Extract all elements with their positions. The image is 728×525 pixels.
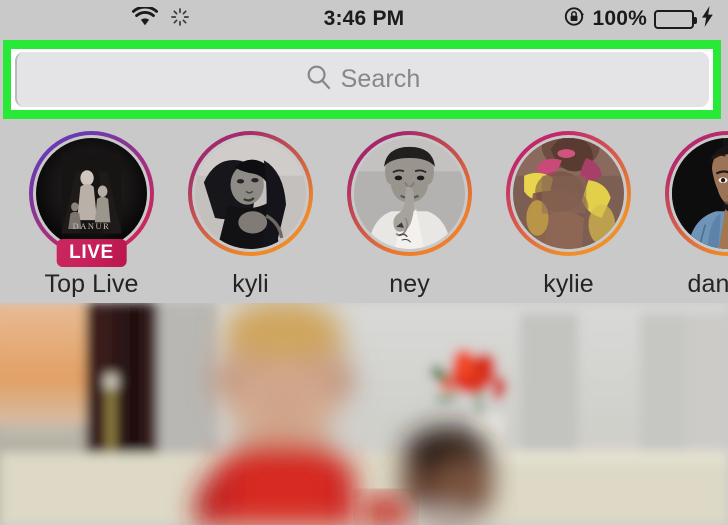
- story-ring-gap: [192, 135, 309, 252]
- story-ring-gap: [351, 135, 468, 252]
- avatar: [354, 138, 465, 249]
- story-item-danialv[interactable]: danialv: [648, 119, 728, 299]
- story-ring: [347, 131, 472, 256]
- story-ring-gap: DANUR: [33, 135, 150, 252]
- live-badge: LIVE: [56, 239, 127, 267]
- story-ring-gap: [510, 135, 627, 252]
- search-input[interactable]: Search: [15, 52, 709, 107]
- story-ring: DANUR LIVE: [29, 131, 154, 267]
- search-bar-highlight-annotation: Search: [3, 40, 721, 119]
- stories-tray[interactable]: DANUR LIVE Top Live kyli ney kylie dan: [0, 119, 728, 303]
- story-ring-gap: [669, 135, 728, 252]
- story-label: kylie: [543, 270, 594, 298]
- story-item-kylie[interactable]: kylie: [489, 119, 648, 299]
- story-ring: [188, 131, 313, 256]
- battery-percentage: 100%: [592, 7, 647, 30]
- story-label: kyli: [232, 270, 269, 298]
- story-ring: [665, 131, 728, 256]
- avatar: [672, 138, 728, 249]
- search-icon: [306, 64, 332, 95]
- avatar: [195, 138, 306, 249]
- story-label: danialv: [687, 270, 728, 298]
- feed-photo[interactable]: [0, 303, 728, 525]
- story-label: Top Live: [44, 270, 139, 298]
- avatar: [513, 138, 624, 249]
- search-bar-white-frame: Search: [11, 49, 713, 110]
- status-bar-right-icons: 100%: [564, 6, 714, 32]
- battery-icon: [654, 9, 697, 29]
- instagram-search-screen: 3:46 PM 100% Search DANUR LIVE Top Live …: [0, 0, 728, 525]
- story-ring: [506, 131, 631, 256]
- rotation-lock-icon: [564, 6, 585, 32]
- search-placeholder: Search: [340, 65, 421, 93]
- story-item-kyli[interactable]: kyli: [171, 119, 330, 299]
- status-bar: 3:46 PM 100%: [0, 0, 728, 38]
- lightning-bolt-icon: [701, 6, 714, 32]
- story-label: ney: [389, 270, 430, 298]
- story-item-top-live[interactable]: DANUR LIVE Top Live: [12, 119, 171, 299]
- svg-text:DANUR: DANUR: [73, 221, 111, 231]
- story-item-ney[interactable]: ney: [330, 119, 489, 299]
- avatar: DANUR: [36, 138, 147, 249]
